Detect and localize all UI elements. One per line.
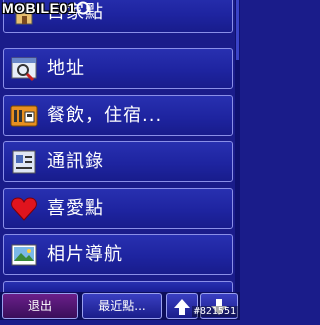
menu-item-label: 相片導航: [47, 244, 123, 265]
image-id-tag: #821551: [191, 306, 238, 317]
address-search-icon: [11, 57, 37, 82]
scrollbar-thumb[interactable]: [236, 0, 239, 60]
photo-icon: [11, 244, 37, 266]
scrollbar[interactable]: [235, 0, 240, 292]
heart-icon: [11, 197, 37, 221]
contacts-icon: [12, 150, 36, 174]
menu-item-photo-navigation[interactable]: 相片導航: [3, 234, 233, 275]
watermark-logo-icon: [76, 1, 90, 15]
menu-item-contacts[interactable]: 通訊錄: [3, 141, 233, 182]
menu-item-label: 餐飲，住宿...: [47, 105, 163, 126]
arrow-up-icon: [174, 299, 190, 315]
menu-item-label: 通訊錄: [47, 151, 104, 172]
menu-item-food-lodging[interactable]: 餐飲，住宿...: [3, 95, 233, 136]
watermark: MOBILE01: [2, 0, 90, 18]
menu-item-address[interactable]: 地址: [3, 48, 233, 89]
menu-item-label: 喜愛點: [47, 198, 104, 219]
exit-button[interactable]: 退出: [2, 293, 78, 319]
menu-item-favorites[interactable]: 喜愛點: [3, 188, 233, 229]
recent-places-button[interactable]: 最近點...: [82, 293, 162, 319]
food-lodging-icon: [10, 105, 38, 127]
menu-item-label: 地址: [47, 58, 85, 79]
